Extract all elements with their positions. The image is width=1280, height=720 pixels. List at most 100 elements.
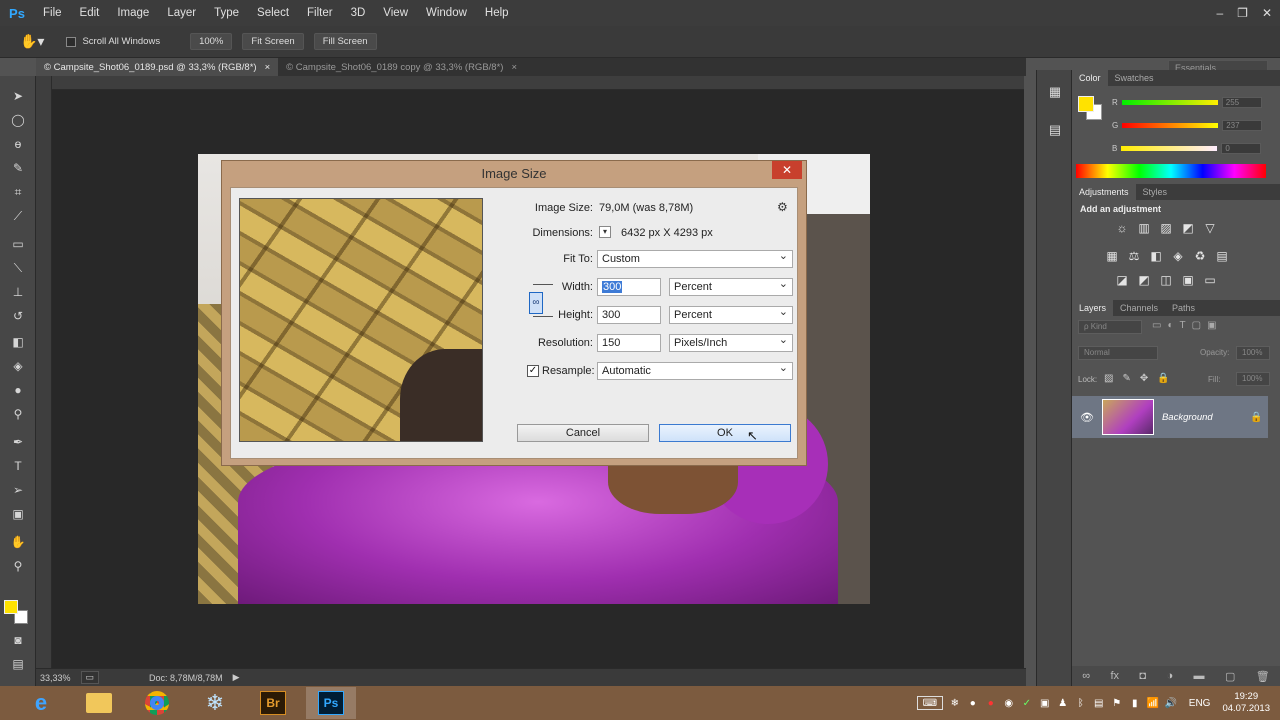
close-icon[interactable]: ✕ xyxy=(1262,6,1272,20)
tab-campsite-copy[interactable]: © Campsite_Shot06_0189 copy @ 33,3% (RGB… xyxy=(278,58,525,76)
tab-color[interactable]: Color xyxy=(1072,70,1108,86)
minimize-icon[interactable]: – xyxy=(1216,6,1223,20)
menu-layer[interactable]: Layer xyxy=(158,0,205,26)
new-layer-icon[interactable]: ▢ xyxy=(1225,670,1235,683)
bridge-icon[interactable]: Br xyxy=(248,687,298,719)
menu-view[interactable]: View xyxy=(374,0,417,26)
menu-filter[interactable]: Filter xyxy=(298,0,342,26)
delete-layer-icon[interactable]: 🗑 xyxy=(1256,670,1270,683)
curves-icon[interactable]: ▨ xyxy=(1158,220,1174,236)
healing-tool-icon[interactable]: ▭ xyxy=(6,234,30,254)
quick-select-tool-icon[interactable]: ✎ xyxy=(6,158,30,178)
volume-icon[interactable]: 🔊 xyxy=(1165,697,1177,709)
tab-layers[interactable]: Layers xyxy=(1072,300,1114,316)
bluetooth-icon[interactable]: ᛒ xyxy=(1075,697,1087,709)
language-indicator[interactable]: ENG xyxy=(1189,698,1211,709)
blur-tool-icon[interactable]: ● xyxy=(6,380,30,400)
cancel-button[interactable]: Cancel xyxy=(517,424,649,442)
brush-tool-icon[interactable]: ⟍ xyxy=(6,258,30,278)
chrome-icon[interactable] xyxy=(132,687,182,719)
scroll-all-checkbox[interactable] xyxy=(66,36,77,47)
add-mask-icon[interactable]: ◘ xyxy=(1139,670,1146,682)
menu-3d[interactable]: 3D xyxy=(342,0,375,26)
keyboard-icon[interactable]: ⌨ xyxy=(916,696,943,710)
opacity-input[interactable]: 100% xyxy=(1236,346,1270,360)
filter-pixel-icon[interactable]: ▭ xyxy=(1152,320,1161,331)
properties-panel-icon[interactable]: ▤ xyxy=(1045,120,1065,140)
channel-mixer-icon[interactable]: ♻ xyxy=(1192,248,1208,264)
resolution-input[interactable]: 150 xyxy=(597,334,661,352)
filter-shape-icon[interactable]: ▢ xyxy=(1192,320,1201,331)
stamp-tool-icon[interactable]: ⊥ xyxy=(6,282,30,302)
snowflake-app-icon[interactable]: ❄ xyxy=(190,687,240,719)
eyedropper-tool-icon[interactable]: ⟋ xyxy=(6,206,30,226)
fit-screen-button[interactable]: Fit Screen xyxy=(242,33,304,50)
resolution-unit-select[interactable]: Pixels/Inch xyxy=(669,333,793,352)
marquee-tool-icon[interactable]: ◯ xyxy=(6,110,30,130)
tab-paths[interactable]: Paths xyxy=(1165,300,1202,316)
resample-select[interactable]: Automatic xyxy=(597,361,793,380)
layer-name[interactable]: Background xyxy=(1162,412,1242,423)
width-input[interactable]: 300 xyxy=(597,278,661,296)
status-menu-arrow-icon[interactable]: ▶ xyxy=(233,672,240,683)
lasso-tool-icon[interactable]: ɵ xyxy=(6,134,30,154)
tab-channels[interactable]: Channels xyxy=(1113,300,1165,316)
doc-size[interactable]: Doc: 8,78M/8,78M xyxy=(149,673,223,683)
color-balance-icon[interactable]: ⚖ xyxy=(1126,248,1142,264)
color-lookup-icon[interactable]: ▤ xyxy=(1214,248,1230,264)
network-icon[interactable]: 📶 xyxy=(1147,697,1159,709)
menu-file[interactable]: File xyxy=(34,0,71,26)
fill-screen-button[interactable]: Fill Screen xyxy=(313,33,377,50)
layer-filter-kind[interactable]: ρ Kind xyxy=(1078,320,1142,334)
quick-mask-icon[interactable]: ◙ xyxy=(6,630,30,650)
zoom-level[interactable]: 33,33% xyxy=(40,673,71,683)
layer-style-icon[interactable]: fx xyxy=(1110,670,1119,682)
black-white-icon[interactable]: ◧ xyxy=(1148,248,1164,264)
slider-track[interactable] xyxy=(1121,145,1218,151)
slider-track[interactable] xyxy=(1122,122,1219,128)
eraser-tool-icon[interactable]: ◧ xyxy=(6,332,30,352)
tab-close-icon[interactable]: × xyxy=(265,62,271,73)
height-unit-select[interactable]: Percent xyxy=(669,305,793,324)
blend-mode-select[interactable]: Normal xyxy=(1078,346,1158,360)
slider-value[interactable]: 237 xyxy=(1222,119,1263,131)
tab-styles[interactable]: Styles xyxy=(1136,184,1175,200)
hand-tool-icon[interactable]: ✋ xyxy=(6,532,30,552)
tab-swatches[interactable]: Swatches xyxy=(1108,70,1161,86)
menu-edit[interactable]: Edit xyxy=(71,0,109,26)
link-layers-icon[interactable]: ∞ xyxy=(1082,670,1090,682)
restore-icon[interactable]: ❐ xyxy=(1237,6,1248,20)
zoom-tool-icon[interactable]: ⚲ xyxy=(6,556,30,576)
ok-button[interactable]: OK xyxy=(659,424,791,442)
tray-app-icon[interactable]: ♟ xyxy=(1057,697,1069,709)
slider-blue[interactable]: B 0 xyxy=(1112,142,1276,154)
brightness-icon[interactable]: ☼ xyxy=(1114,220,1130,236)
exposure-icon[interactable]: ◩ xyxy=(1180,220,1196,236)
panel-foreground-swatch[interactable] xyxy=(1078,96,1094,112)
slider-red[interactable]: R 255 xyxy=(1112,96,1276,108)
clock[interactable]: 19:29 04.07.2013 xyxy=(1222,691,1270,715)
screen-mode-icon[interactable]: ▤ xyxy=(6,654,30,674)
menu-select[interactable]: Select xyxy=(248,0,298,26)
battery-icon[interactable]: ▮ xyxy=(1129,697,1141,709)
threshold-icon[interactable]: ◫ xyxy=(1158,272,1174,288)
gradient-map-icon[interactable]: ▭ xyxy=(1202,272,1218,288)
image-preview[interactable] xyxy=(239,198,483,442)
settings-gear-icon[interactable]: ⚙ xyxy=(777,200,788,214)
layer-visibility-eye-icon[interactable]: 👁 xyxy=(1080,411,1094,424)
lock-all-icon[interactable]: 🔒 xyxy=(1157,373,1169,384)
tray-app-icon[interactable]: ▤ xyxy=(1093,697,1105,709)
filter-adjust-icon[interactable]: ◐ xyxy=(1167,320,1173,331)
history-brush-tool-icon[interactable]: ↺ xyxy=(6,306,30,326)
posterize-icon[interactable]: ◩ xyxy=(1136,272,1152,288)
tab-close-icon[interactable]: × xyxy=(511,62,517,73)
resample-checkbox[interactable]: ✓ xyxy=(527,365,539,377)
tab-campsite-psd[interactable]: © Campsite_Shot06_0189.psd @ 33,3% (RGB/… xyxy=(36,58,279,76)
menu-type[interactable]: Type xyxy=(205,0,248,26)
lock-transparent-icon[interactable]: ▨ xyxy=(1104,373,1113,384)
internet-explorer-icon[interactable]: e xyxy=(16,687,66,719)
slider-green[interactable]: G 237 xyxy=(1112,119,1276,131)
tray-app-icon[interactable]: ❄ xyxy=(949,697,961,709)
tray-app-icon[interactable]: ● xyxy=(985,697,997,709)
menu-image[interactable]: Image xyxy=(108,0,158,26)
